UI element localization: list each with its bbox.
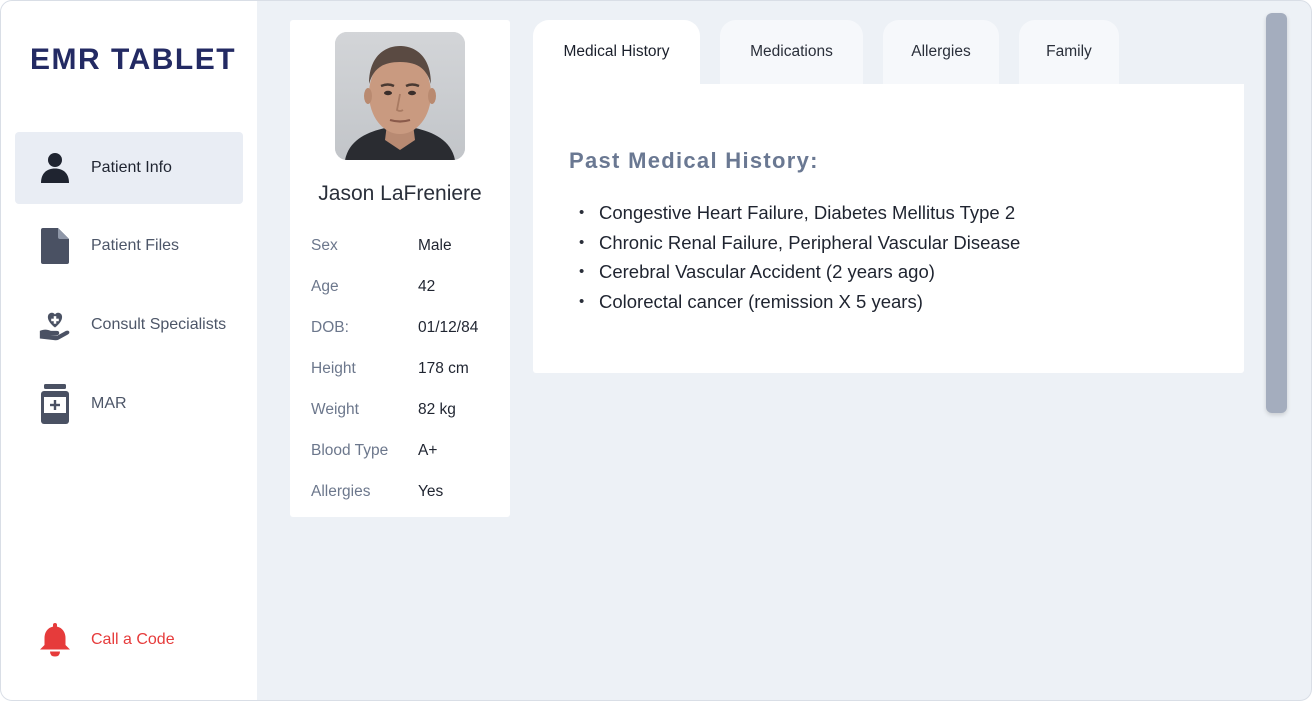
field-label: Weight bbox=[311, 401, 359, 418]
field-label: Age bbox=[311, 278, 339, 295]
patient-field-sex: Sex Male bbox=[311, 237, 501, 261]
field-label: Height bbox=[311, 360, 356, 377]
field-value: Male bbox=[418, 237, 452, 254]
sidebar-item-label: Patient Files bbox=[91, 237, 180, 254]
patient-field-blood-type: Blood Type A+ bbox=[311, 442, 501, 466]
patient-name: Jason LaFreniere bbox=[318, 182, 482, 205]
list-item: Congestive Heart Failure, Diabetes Melli… bbox=[579, 198, 1020, 228]
field-value: 178 cm bbox=[418, 360, 469, 377]
app-window: EMR TABLET Patient Info Patient Files Co… bbox=[0, 0, 1312, 701]
field-value: 01/12/84 bbox=[418, 319, 479, 336]
patient-field-dob: DOB: 01/12/84 bbox=[311, 319, 501, 343]
bell-icon bbox=[39, 621, 71, 659]
sidebar-item-mar[interactable]: MAR bbox=[15, 368, 243, 440]
panel-title: Past Medical History: bbox=[569, 148, 819, 173]
field-label: Sex bbox=[311, 237, 338, 254]
sidebar-item-label: Patient Info bbox=[91, 159, 172, 176]
list-item: Chronic Renal Failure, Peripheral Vascul… bbox=[579, 228, 1020, 258]
field-value: 82 kg bbox=[418, 401, 456, 418]
sidebar-item-patient-info[interactable]: Patient Info bbox=[15, 132, 243, 204]
sidebar-item-consult-specialists[interactable]: Consult Specialists bbox=[15, 289, 243, 361]
medicine-bottle-icon bbox=[39, 384, 71, 424]
sidebar-item-label: Consult Specialists bbox=[91, 316, 227, 333]
call-a-code-button[interactable]: Call a Code bbox=[15, 604, 243, 676]
file-icon bbox=[39, 227, 71, 265]
user-icon bbox=[39, 149, 71, 187]
patient-profile-card: Jason LaFreniere Sex Male Age 42 DOB: 01… bbox=[290, 20, 510, 517]
field-label: Blood Type bbox=[311, 442, 389, 459]
field-label: DOB: bbox=[311, 319, 349, 336]
sidebar-item-label: MAR bbox=[91, 395, 127, 412]
list-item: Colorectal cancer (remission X 5 years) bbox=[579, 287, 1020, 317]
field-value: Yes bbox=[418, 483, 444, 500]
sidebar: EMR TABLET Patient Info Patient Files Co… bbox=[1, 1, 257, 700]
patient-photo bbox=[335, 32, 465, 160]
tab-family[interactable]: Family bbox=[1019, 20, 1119, 84]
patient-field-weight: Weight 82 kg bbox=[311, 401, 501, 425]
call-a-code-label: Call a Code bbox=[91, 631, 175, 648]
hand-heart-icon bbox=[39, 306, 71, 344]
app-title: EMR TABLET bbox=[30, 43, 237, 76]
patient-field-height: Height 178 cm bbox=[311, 360, 501, 384]
tab-medical-history[interactable]: Medical History bbox=[533, 20, 700, 84]
medical-history-list: Congestive Heart Failure, Diabetes Melli… bbox=[579, 198, 1020, 316]
tab-allergies[interactable]: Allergies bbox=[883, 20, 999, 84]
field-value: A+ bbox=[418, 442, 438, 459]
medical-history-panel: Past Medical History: Congestive Heart F… bbox=[533, 84, 1244, 373]
tab-medications[interactable]: Medications bbox=[720, 20, 863, 84]
scrollbar-thumb[interactable] bbox=[1266, 13, 1287, 413]
patient-field-age: Age 42 bbox=[311, 278, 501, 302]
field-value: 42 bbox=[418, 278, 436, 295]
sidebar-item-patient-files[interactable]: Patient Files bbox=[15, 210, 243, 282]
field-label: Allergies bbox=[311, 483, 371, 500]
list-item: Cerebral Vascular Accident (2 years ago) bbox=[579, 257, 1020, 287]
patient-field-allergies: Allergies Yes bbox=[311, 483, 501, 507]
